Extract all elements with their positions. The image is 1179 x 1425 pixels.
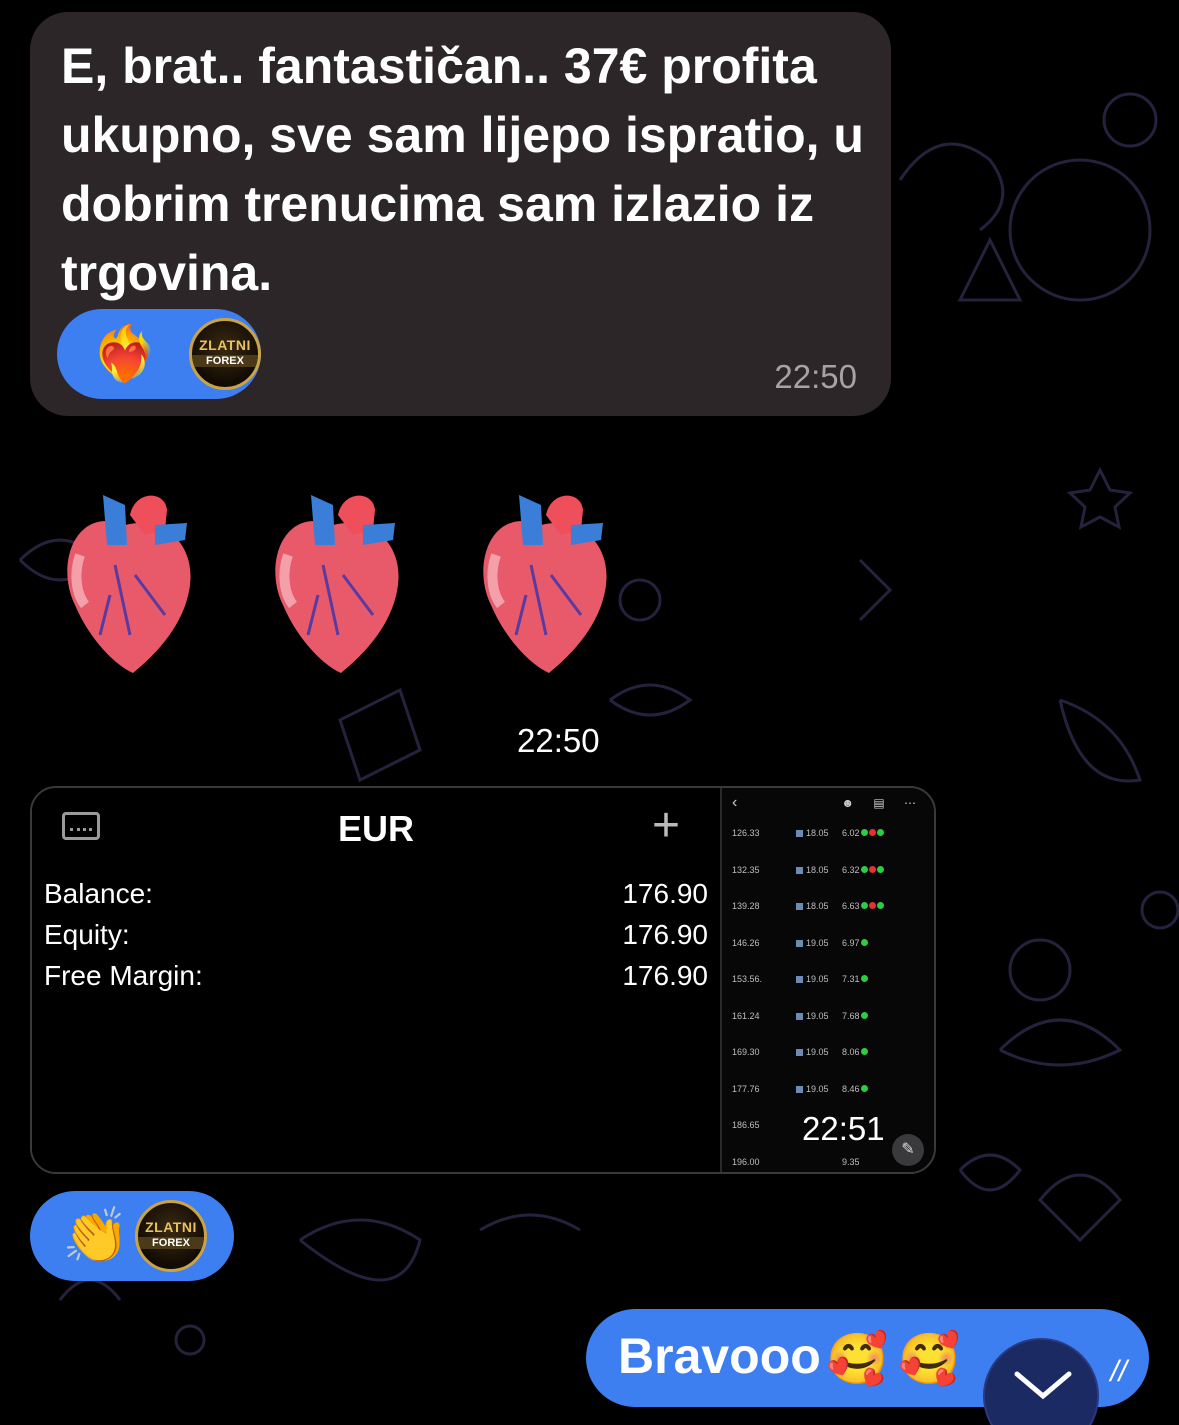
message-text: Bravooo bbox=[618, 1328, 821, 1384]
trade-size: 6.63 bbox=[842, 901, 884, 911]
red-status-dot bbox=[868, 865, 876, 873]
hugging-face-icon: 🥰 bbox=[826, 1331, 889, 1387]
avatar[interactable]: ZLATNI FOREX bbox=[189, 318, 261, 390]
message-time: 22:50 bbox=[774, 358, 857, 395]
table-row: 177.76 19.05 8.46 bbox=[732, 1084, 932, 1098]
trade-price: 196.00 bbox=[732, 1156, 760, 1167]
green-status-dot bbox=[876, 865, 884, 873]
trade-date: 18.05 bbox=[796, 901, 829, 911]
row-value: 176.90 bbox=[622, 878, 708, 909]
green-status-dot bbox=[860, 829, 868, 836]
trade-size-value: 8.06 bbox=[842, 1047, 860, 1057]
incoming-message-bubble[interactable]: E, brat.. fantastičan.. 37€ profita ukup… bbox=[30, 12, 891, 416]
message-text: E, brat.. fantastičan.. 37€ profita ukup… bbox=[61, 38, 864, 301]
trade-size-value: 6.32 bbox=[842, 864, 860, 875]
table-row: 169.30 19.05 8.06 bbox=[732, 1047, 932, 1061]
trade-date: 19.05 bbox=[796, 1047, 829, 1057]
table-row: 146.26 19.05 6.97 bbox=[732, 938, 932, 952]
trade-price: 153.56. bbox=[732, 974, 763, 984]
trade-date: 18.05 bbox=[796, 865, 829, 875]
hugging-face-icon: 🥰 bbox=[898, 1331, 961, 1387]
avatar[interactable]: ZLATNI FOREX bbox=[135, 1200, 207, 1272]
row-value: 176.90 bbox=[622, 960, 708, 991]
trade-date: 19.05 bbox=[796, 974, 829, 984]
trade-size-value: 6.97 bbox=[842, 937, 860, 948]
trade-price: 186.65 bbox=[732, 1120, 760, 1130]
row-label: Equity: bbox=[44, 919, 130, 950]
table-row: 153.56. 19.05 7.31 bbox=[732, 974, 932, 988]
trade-price: 161.24 bbox=[732, 1010, 760, 1021]
trades-header: ‹ ☻ ▤ ⋯ bbox=[722, 788, 934, 824]
trade-price: 132.35 bbox=[732, 864, 760, 875]
trade-price: 139.28 bbox=[732, 901, 760, 911]
trade-date: 19.05 bbox=[796, 1084, 829, 1094]
trade-size-value: 7.68 bbox=[842, 1010, 860, 1021]
trade-price: 146.26 bbox=[732, 937, 760, 948]
row-label: Free Margin: bbox=[44, 960, 203, 991]
chevron-down-icon bbox=[1014, 1371, 1072, 1400]
plus-icon: + bbox=[652, 799, 681, 852]
table-row: 132.35 18.05 6.32 bbox=[732, 865, 932, 879]
trade-size-value: 9.35 bbox=[842, 1156, 860, 1167]
green-status-dot bbox=[860, 865, 868, 873]
avatar-sublabel: FOREX bbox=[192, 355, 258, 367]
table-row: 161.24 19.05 7.68 bbox=[732, 1011, 932, 1025]
trade-price: 169.30 bbox=[732, 1047, 760, 1057]
table-row: 126.33 18.05 6.02 bbox=[732, 828, 932, 842]
currency-title: EUR bbox=[337, 808, 414, 849]
account-screenshot[interactable]: EUR + Balance: 176.90 Equity: 176.90 Fre… bbox=[32, 788, 720, 1172]
green-status-dot bbox=[860, 1084, 868, 1092]
green-status-dot bbox=[860, 1011, 868, 1019]
trade-size-value: 6.02 bbox=[842, 828, 860, 838]
heart-on-fire-reaction-icon: ❤️‍🔥 bbox=[91, 324, 159, 384]
trade-date: 18.05 bbox=[796, 828, 829, 838]
row-label: Balance: bbox=[44, 878, 153, 909]
clapping-hands-icon: 👏 bbox=[62, 1206, 130, 1266]
green-status-dot bbox=[876, 902, 884, 909]
trade-date: 19.05 bbox=[796, 1011, 829, 1021]
row-value: 176.90 bbox=[622, 919, 708, 950]
green-status-dot bbox=[876, 829, 884, 836]
trade-date: 19.05 bbox=[796, 938, 829, 948]
trade-size-value: 7.31 bbox=[842, 974, 860, 984]
red-status-dot bbox=[868, 829, 876, 836]
trade-size: 6.32 bbox=[842, 865, 884, 875]
reaction-chip[interactable]: ❤️‍🔥 ZLATNI FOREX bbox=[57, 309, 261, 399]
media-album[interactable]: EUR + Balance: 176.90 Equity: 176.90 Fre… bbox=[30, 786, 936, 1174]
green-status-dot bbox=[860, 1048, 868, 1055]
album-time: 22:51 bbox=[802, 1110, 885, 1147]
sticker-time: 22:50 bbox=[517, 722, 600, 759]
anatomical-heart-icon bbox=[275, 495, 399, 673]
trade-size: 8.06 bbox=[842, 1047, 868, 1057]
trade-size: 7.68 bbox=[842, 1011, 868, 1021]
red-status-dot bbox=[868, 902, 876, 909]
trade-size-value: 6.63 bbox=[842, 901, 860, 911]
avatar-label: ZLATNI bbox=[145, 1219, 197, 1235]
chevron-left-icon: ‹ bbox=[732, 794, 738, 811]
trade-size: 8.46 bbox=[842, 1084, 868, 1094]
trade-size: 6.02 bbox=[842, 828, 884, 838]
green-status-dot bbox=[860, 975, 868, 982]
avatar-label: ZLATNI bbox=[199, 337, 251, 353]
trade-size: 6.97 bbox=[842, 938, 868, 948]
avatar-sublabel: FOREX bbox=[138, 1237, 204, 1249]
trade-price: 177.76 bbox=[732, 1083, 760, 1094]
reaction-chip[interactable]: 👏 ZLATNI FOREX bbox=[30, 1191, 234, 1281]
anatomical-heart-icon bbox=[67, 495, 191, 673]
trade-size: 9.35 bbox=[842, 1157, 860, 1167]
trade-size: 7.31 bbox=[842, 974, 868, 984]
table-row: 139.28 18.05 6.63 bbox=[732, 901, 932, 915]
header-icons: ☻ ▤ ⋯ bbox=[841, 796, 924, 810]
pencil-icon[interactable]: ✎ bbox=[892, 1134, 924, 1166]
read-ticks-icon: // bbox=[1110, 1355, 1127, 1388]
trade-size-value: 8.46 bbox=[842, 1083, 860, 1094]
green-status-dot bbox=[860, 938, 868, 946]
trade-price: 126.33 bbox=[732, 828, 760, 838]
green-status-dot bbox=[860, 902, 868, 909]
anatomical-heart-icon bbox=[483, 495, 607, 673]
